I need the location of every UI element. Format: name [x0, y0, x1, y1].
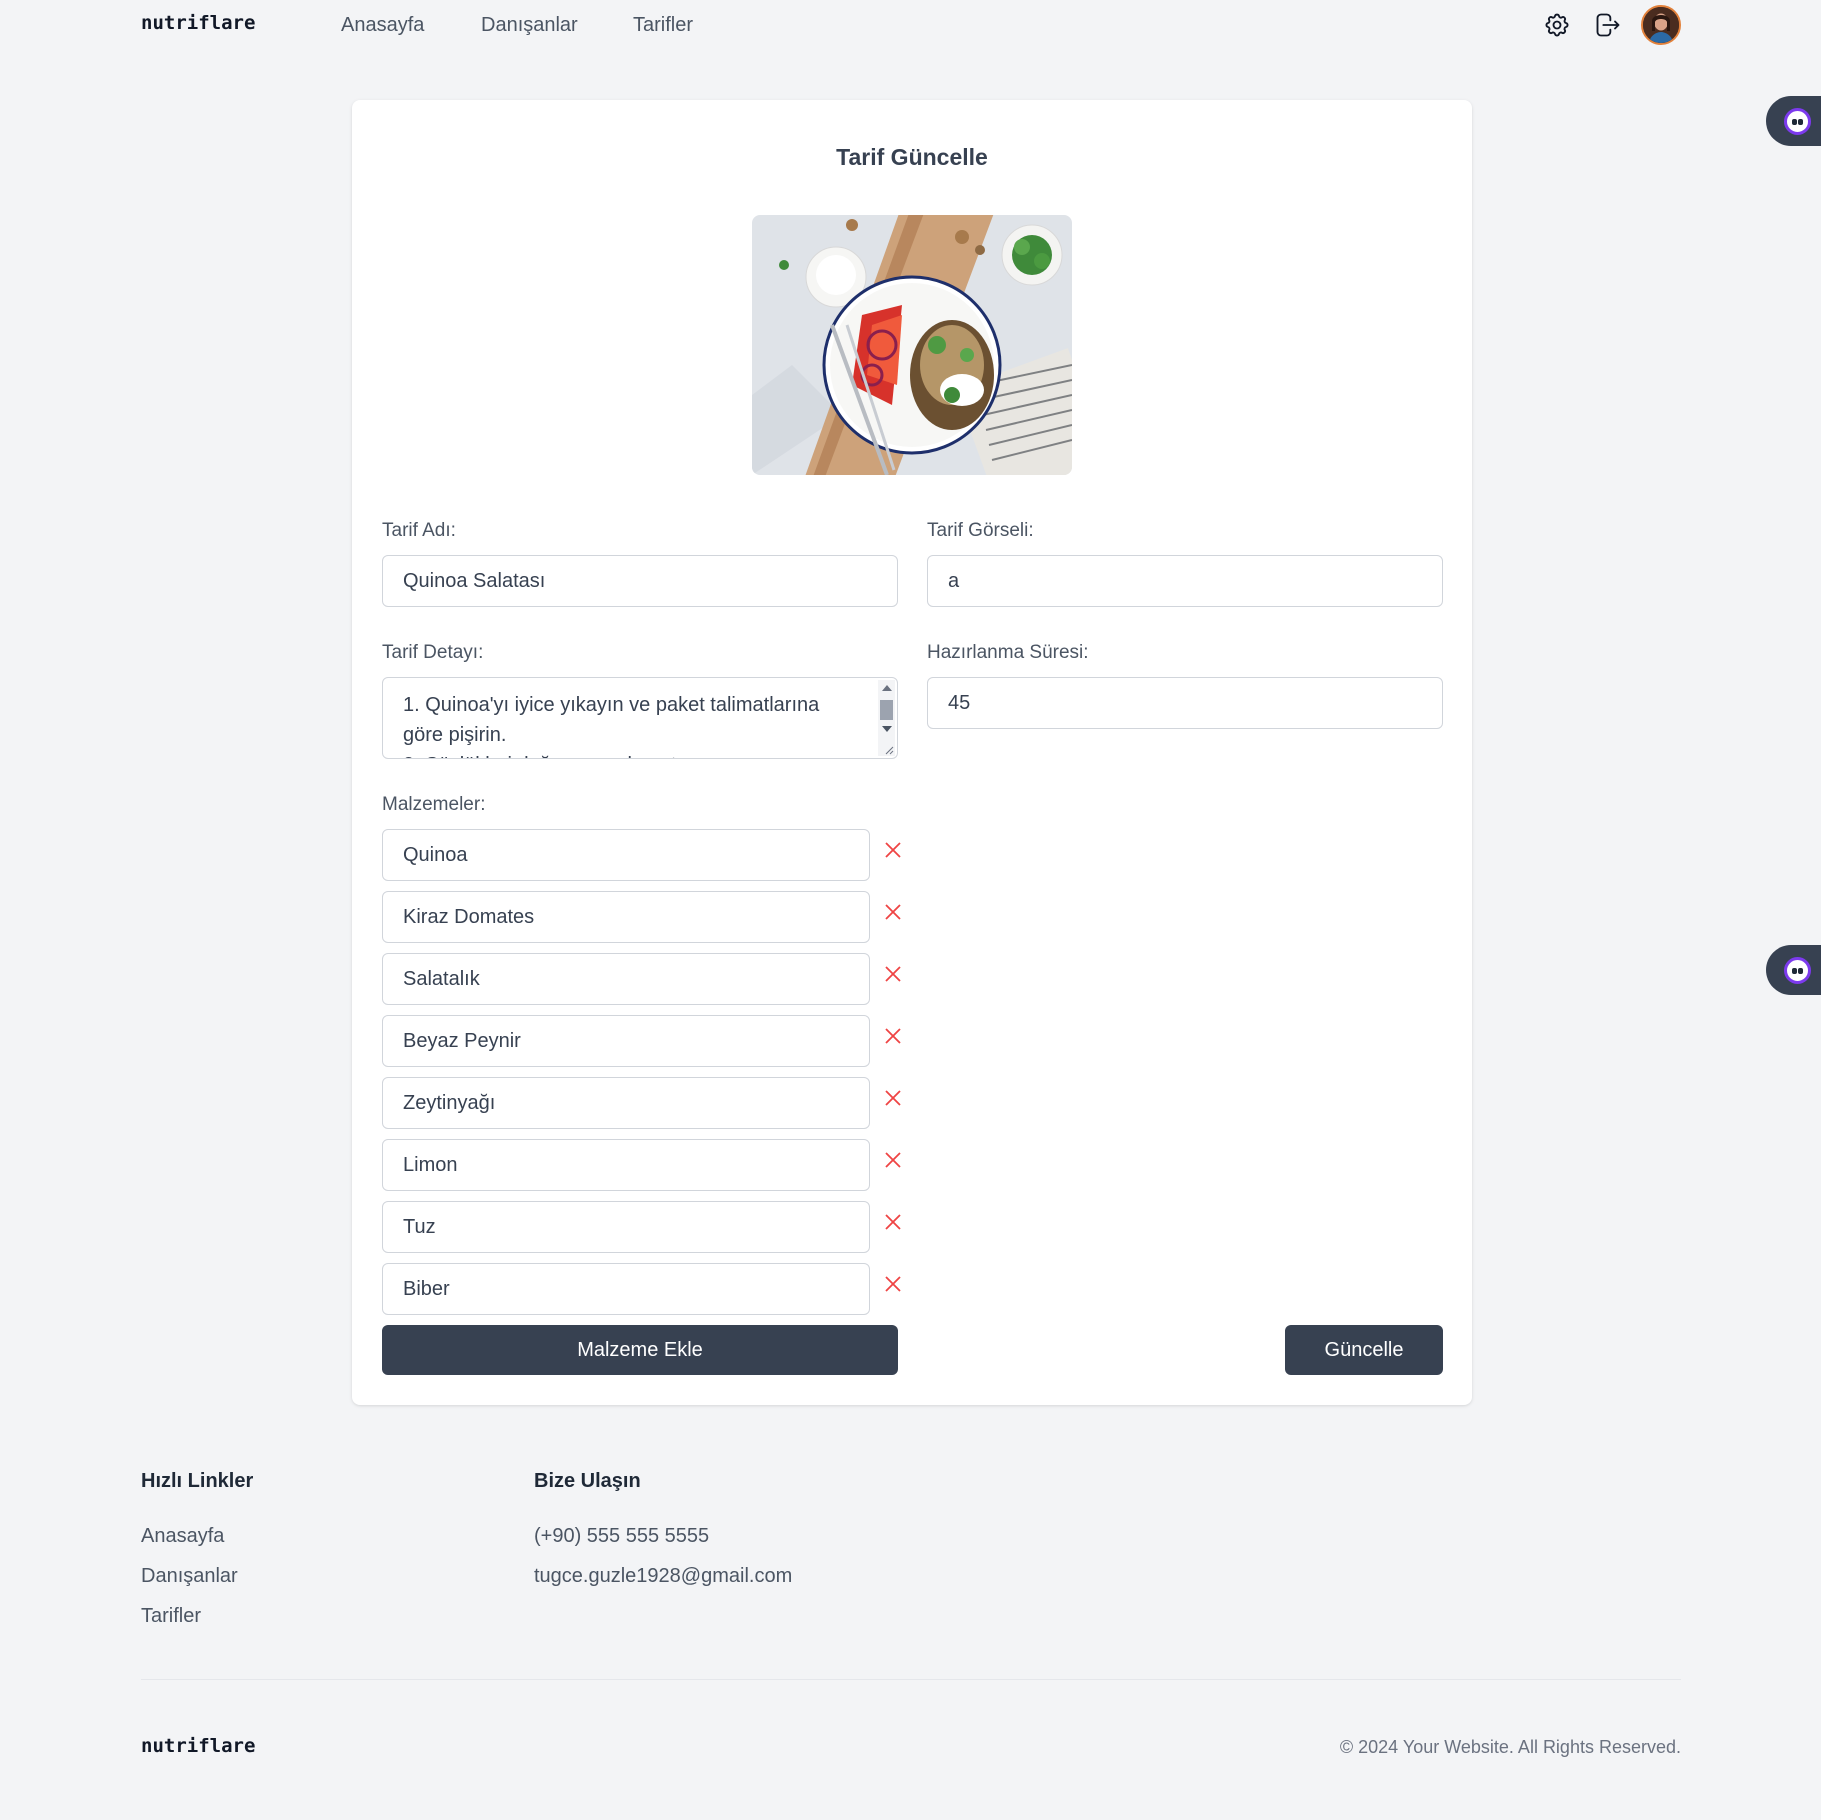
ingredient-input[interactable]: Zeytinyağı	[382, 1077, 870, 1129]
quick-links-heading: Hızlı Linkler	[141, 1470, 254, 1492]
footer-link-clients[interactable]: Danışanlar	[141, 1565, 238, 1588]
ingredient-input[interactable]: Quinoa	[382, 829, 870, 881]
remove-ingredient-icon[interactable]	[882, 1149, 904, 1171]
footer-divider	[141, 1679, 1681, 1680]
contact-email[interactable]: tugce.guzle1928@gmail.com	[534, 1565, 792, 1588]
nav-link-recipes[interactable]: Tarifler	[633, 14, 693, 37]
recipe-name-input[interactable]: Quinoa Salatası	[382, 555, 898, 607]
remove-ingredient-icon[interactable]	[882, 1025, 904, 1047]
ingredient-row: Quinoa	[382, 829, 902, 891]
recipe-update-card: Tarif Güncelle Tarif Adı: Quinoa Salatas…	[352, 100, 1472, 1405]
ingredient-input[interactable]: Kiraz Domates	[382, 891, 870, 943]
ingredient-row: Beyaz Peynir	[382, 1015, 902, 1077]
ingredient-row: Biber	[382, 1263, 902, 1325]
contact-heading: Bize Ulaşın	[534, 1470, 641, 1492]
footer-logo[interactable]: nutriflare	[141, 1735, 255, 1757]
brand-logo[interactable]: nutriflare	[141, 12, 255, 34]
ingredient-input[interactable]: Biber	[382, 1263, 870, 1315]
recipe-name-label: Tarif Adı:	[382, 520, 456, 541]
nav-link-home[interactable]: Anasayfa	[341, 14, 424, 37]
recipe-image-input[interactable]: a	[927, 555, 1443, 607]
page-title: Tarif Güncelle	[836, 144, 988, 170]
logout-icon[interactable]	[1593, 10, 1623, 40]
top-navbar: nutriflare Anasayfa Danışanlar Tarifler	[0, 0, 1821, 52]
prep-time-input[interactable]: 45	[927, 677, 1443, 729]
remove-ingredient-icon[interactable]	[882, 963, 904, 985]
nav-link-clients[interactable]: Danışanlar	[481, 14, 578, 37]
remove-ingredient-icon[interactable]	[882, 901, 904, 923]
add-ingredient-button[interactable]: Malzeme Ekle	[382, 1325, 898, 1375]
ingredient-input[interactable]: Limon	[382, 1139, 870, 1191]
scroll-thumb[interactable]	[880, 700, 893, 720]
ingredients-list: Quinoa Kiraz Domates Salatalık Beyaz Pey…	[382, 829, 902, 1325]
recipe-image	[752, 215, 1072, 475]
copyright-text: © 2024 Your Website. All Rights Reserved…	[1339, 1737, 1681, 1757]
ingredient-row: Limon	[382, 1139, 902, 1201]
robot-face-icon	[1784, 957, 1811, 984]
recipe-image-label: Tarif Görseli:	[927, 520, 1034, 541]
assistant-widget-button-secondary[interactable]	[1766, 945, 1821, 995]
ingredient-row: Salatalık	[382, 953, 902, 1015]
ingredient-row: Tuz	[382, 1201, 902, 1263]
update-recipe-button[interactable]: Güncelle	[1285, 1325, 1443, 1375]
prep-time-label: Hazırlanma Süresi:	[927, 642, 1089, 663]
resize-handle-icon[interactable]	[884, 745, 894, 755]
contact-phone: (+90) 555 555 5555	[534, 1525, 710, 1547]
robot-face-icon	[1784, 108, 1811, 135]
ingredient-input[interactable]: Salatalık	[382, 953, 870, 1005]
recipe-detail-label: Tarif Detayı:	[382, 642, 484, 663]
recipe-detail-textarea[interactable]: 1. Quinoa'yı iyice yıkayın ve paket tali…	[382, 677, 898, 759]
ingredient-input[interactable]: Beyaz Peynir	[382, 1015, 870, 1067]
ingredients-label: Malzemeler:	[382, 794, 486, 815]
settings-icon[interactable]	[1542, 10, 1572, 40]
scroll-down-icon[interactable]	[882, 726, 892, 732]
footer-link-home[interactable]: Anasayfa	[141, 1525, 224, 1548]
ingredient-input[interactable]: Tuz	[382, 1201, 870, 1253]
remove-ingredient-icon[interactable]	[882, 1273, 904, 1295]
footer-link-recipes[interactable]: Tarifler	[141, 1605, 201, 1628]
recipe-detail-text: 1. Quinoa'yı iyice yıkayın ve paket tali…	[403, 694, 820, 758]
remove-ingredient-icon[interactable]	[882, 1087, 904, 1109]
scroll-up-icon[interactable]	[882, 685, 892, 691]
remove-ingredient-icon[interactable]	[882, 1211, 904, 1233]
ingredient-row: Kiraz Domates	[382, 891, 902, 953]
ingredient-row: Zeytinyağı	[382, 1077, 902, 1139]
assistant-widget-button[interactable]	[1766, 96, 1821, 146]
user-avatar[interactable]	[1641, 5, 1681, 45]
remove-ingredient-icon[interactable]	[882, 839, 904, 861]
